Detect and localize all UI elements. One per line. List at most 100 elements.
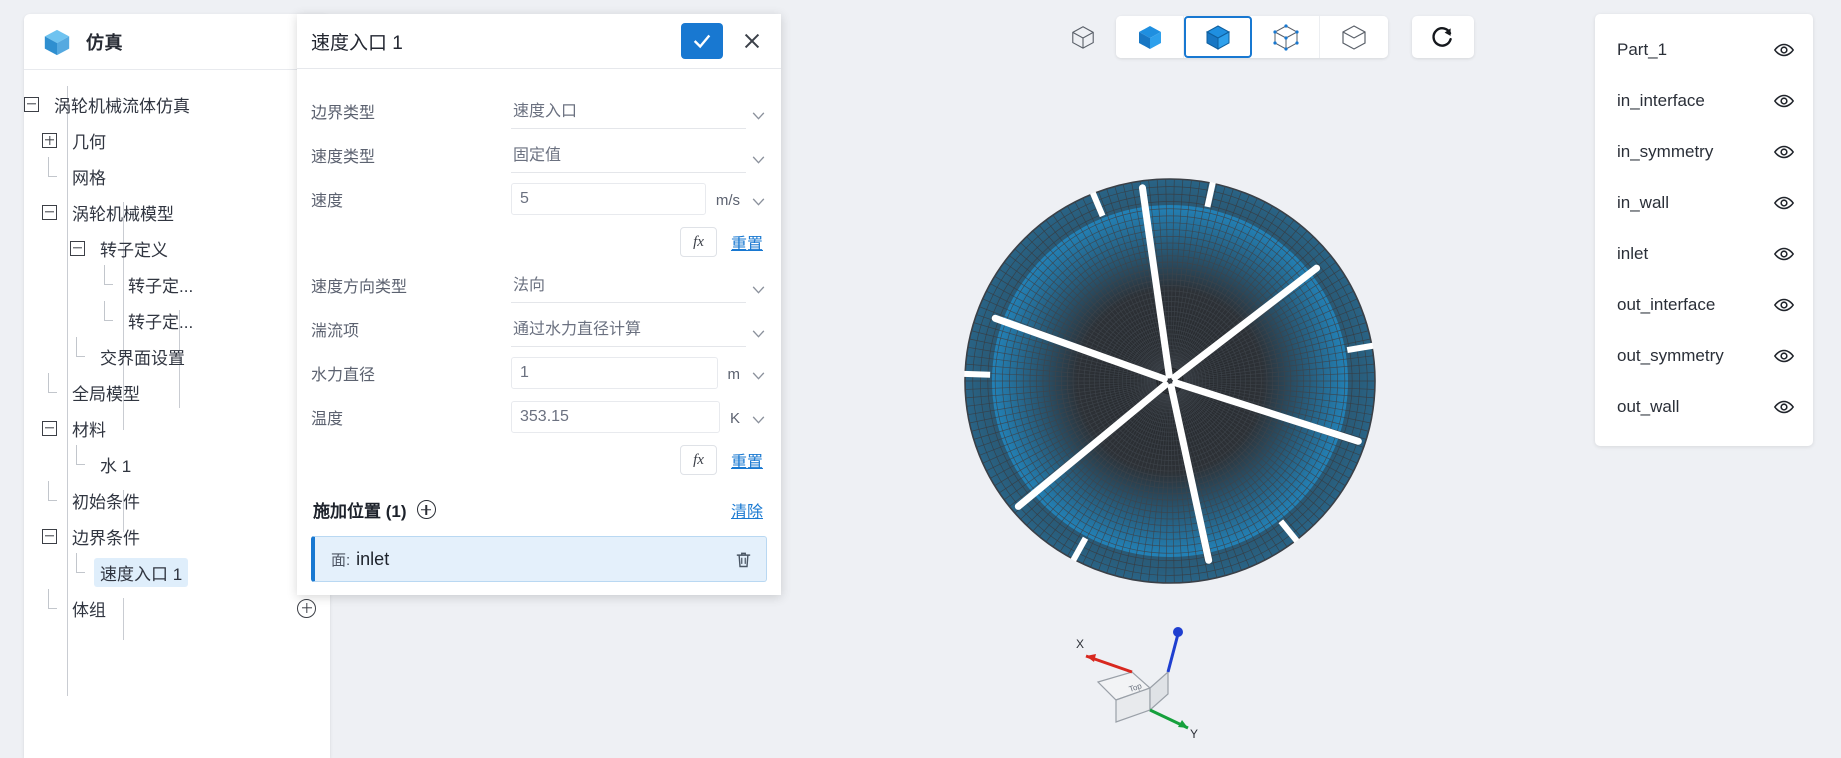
fx-button[interactable]: fx [679,445,717,475]
eye-icon[interactable] [1773,141,1795,163]
field-value[interactable]: 速度入口 [511,93,746,129]
field-row-6: 温度 353.15 K [311,395,767,439]
field-label: 水力直径 [311,367,376,384]
tree-elbow-icon [42,480,57,508]
field-value[interactable]: 5 [511,183,706,215]
tree-item-label: 材料 [72,420,106,440]
tree-item-9[interactable]: 材料 [24,410,330,446]
tree-item-10[interactable]: 水 1 [24,444,330,482]
boundary-condition-dialog: 速度入口 1 边界类型 速度入口 速度类型 固定值 速度 5 m/s fx 重置… [297,14,781,595]
plus-circle-icon[interactable] [416,500,436,519]
field-value[interactable]: 通过水力直径计算 [511,311,746,347]
tree-item-2[interactable]: 网格 [24,156,330,194]
reset-link[interactable]: 重置 [731,230,763,254]
parts-panel: Part_1 in_interface in_symmetry in_wallinle… [1595,14,1813,446]
collapse-icon[interactable] [70,240,85,256]
part-item-6[interactable]: out_symmetry [1595,330,1813,381]
tree-item-label: 网格 [72,168,106,188]
confirm-button[interactable] [681,23,723,59]
selected-face-chip[interactable]: 面: inlet [311,536,767,582]
dialog-actions [681,23,773,59]
eye-icon[interactable] [1773,39,1795,61]
tree-item-1[interactable]: 几何 [24,122,330,158]
tree-item-5[interactable]: 转子定... [24,264,330,302]
triad-x-label: X [1076,637,1084,651]
eye-icon[interactable] [1773,345,1795,367]
tree-item-14[interactable]: 体组 [24,588,330,626]
triad-y-label: Y [1190,727,1198,740]
chevron-down-icon[interactable] [752,372,765,380]
tree-item-label: 初始条件 [72,492,140,512]
tree-elbow-icon [70,552,85,580]
tree-item-0[interactable]: 涡轮机械流体仿真! [24,86,330,122]
part-label: in_interface [1617,90,1705,110]
tree-item-7[interactable]: 交界面设置 [24,336,330,374]
tree-elbow-icon [42,372,57,400]
eye-icon[interactable] [1773,90,1795,112]
eye-icon[interactable] [1773,396,1795,418]
tree-item-11[interactable]: 初始条件 [24,480,330,518]
add-icon[interactable] [297,598,316,618]
tree-body: 涡轮机械流体仿真! 几何网格涡轮机械模型转子定义转子定... 转子定... 交界面设置… [24,70,330,758]
chevron-down-icon[interactable] [752,156,765,164]
part-label: out_interface [1617,294,1716,314]
collapse-icon[interactable] [42,204,57,220]
tree-item-label: 涡轮机械流体仿真 [54,96,190,116]
tree-item-3[interactable]: 涡轮机械模型 [24,194,330,230]
part-label: inlet [1617,243,1649,263]
collapse-icon[interactable] [24,96,39,112]
tree-item-12[interactable]: 边界条件 [24,518,330,554]
tree-item-13[interactable]: 速度入口 1 [24,552,330,590]
check-icon [693,34,711,49]
eye-icon[interactable] [1773,294,1795,316]
fields-group-secondary: 速度方向类型 法向 湍流项 通过水力直径计算 水力直径 1 m 温度 353.15 K [311,263,767,439]
eye-icon[interactable] [1773,192,1795,214]
field-row-3: 速度方向类型 法向 [311,263,767,307]
eye-icon[interactable] [1773,243,1795,265]
part-item-1[interactable]: in_interface [1595,75,1813,126]
part-item-2[interactable]: in_symmetry [1595,126,1813,177]
part-label: out_wall [1617,396,1680,416]
collapse-icon[interactable] [42,528,57,544]
expand-icon[interactable] [42,132,57,148]
field-value[interactable]: 法向 [511,267,746,303]
field-label: 速度方向类型 [311,279,408,296]
collapse-icon[interactable] [42,420,57,436]
reset-link[interactable]: 重置 [731,448,763,472]
tree-item-label: 几何 [72,132,106,152]
clear-link[interactable]: 清除 [731,498,763,522]
tree-elbow-icon [70,444,85,472]
fx-button[interactable]: fx [679,227,717,257]
tree-item-label: 涡轮机械模型 [72,204,174,224]
tree-item-6[interactable]: 转子定... [24,300,330,338]
field-value[interactable]: 1 [511,357,718,389]
chevron-down-icon[interactable] [752,416,765,424]
tree-item-4[interactable]: 转子定义 [24,230,330,266]
chevron-down-icon[interactable] [752,112,765,120]
tree-header: 仿真 [24,14,330,70]
part-item-7[interactable]: out_wall [1595,381,1813,432]
tree-item-8[interactable]: 全局模型 [24,372,330,410]
field-row-5: 水力直径 1 m [311,351,767,395]
field-value[interactable]: 固定值 [511,137,746,173]
field-value[interactable]: 353.15 [511,401,720,433]
chevron-down-icon[interactable] [752,330,765,338]
part-item-4[interactable]: inlet [1595,228,1813,279]
trash-icon[interactable] [733,549,754,570]
axis-triad[interactable]: Top X Y [1070,610,1220,740]
field-control: 1m [511,357,767,389]
part-label: out_symmetry [1617,345,1724,365]
face-name: inlet [356,548,390,569]
chevron-down-icon[interactable] [752,198,765,206]
chevron-down-icon[interactable] [752,286,765,294]
face-prefix: 面: [331,551,351,569]
part-item-3[interactable]: in_wall [1595,177,1813,228]
tree-item-label: 转子定义 [100,240,168,260]
part-item-0[interactable]: Part_1 [1595,24,1813,75]
part-item-5[interactable]: out_interface [1595,279,1813,330]
3d-viewport[interactable]: Top X Y [790,0,1550,758]
field-control: 353.15 K [511,401,767,433]
field-control: 速度入口 [511,93,767,129]
cancel-button[interactable] [731,23,773,59]
tree-item-label: 体组 [72,600,106,620]
